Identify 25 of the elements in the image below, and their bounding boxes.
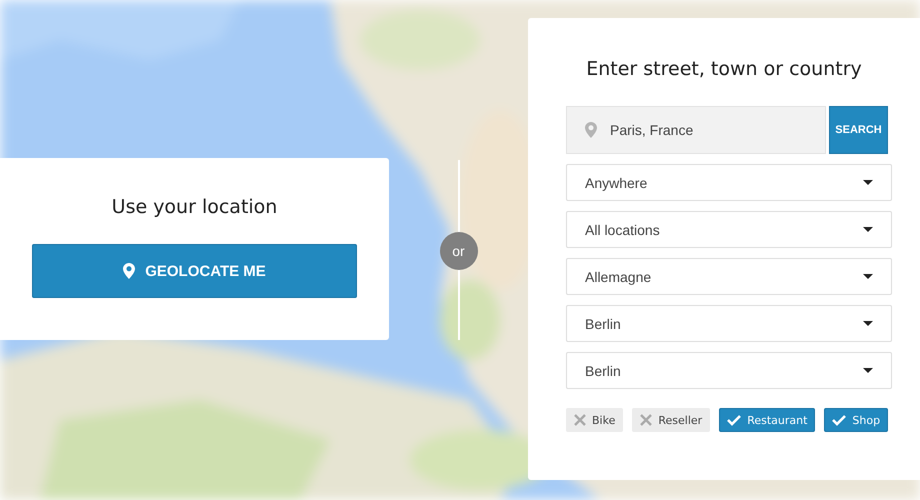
search-field[interactable]: Paris, France <box>566 106 826 154</box>
caret-icon <box>863 368 873 373</box>
caret-icon <box>863 321 873 326</box>
filter-tag[interactable]: Restaurant <box>719 408 816 432</box>
close-icon <box>574 414 586 426</box>
filter-tag[interactable]: Shop <box>824 408 888 432</box>
close-icon <box>640 414 652 426</box>
geolocate-button[interactable]: GEOLOCATE ME <box>32 244 357 298</box>
location-pin-icon <box>585 122 597 138</box>
dropdown[interactable]: Berlin <box>566 352 892 389</box>
caret-icon <box>863 274 873 279</box>
card-title: Use your location <box>112 196 278 218</box>
dropdown[interactable]: Allemagne <box>566 258 892 295</box>
caret-icon <box>863 227 873 232</box>
dropdown[interactable]: All locations <box>566 211 892 248</box>
filter-tag[interactable]: Bike <box>566 408 624 432</box>
search-button[interactable]: SEARCH <box>829 106 888 154</box>
caret-icon <box>863 180 873 185</box>
dropdown[interactable]: Anywhere <box>566 164 892 201</box>
check-icon <box>727 414 742 426</box>
check-icon <box>832 414 846 426</box>
location-pin-icon <box>123 263 136 279</box>
card-title: Enter street, town or country <box>585 58 863 80</box>
filter-tag[interactable]: Reseller <box>632 408 710 432</box>
dropdown[interactable]: Berlin <box>566 305 892 342</box>
